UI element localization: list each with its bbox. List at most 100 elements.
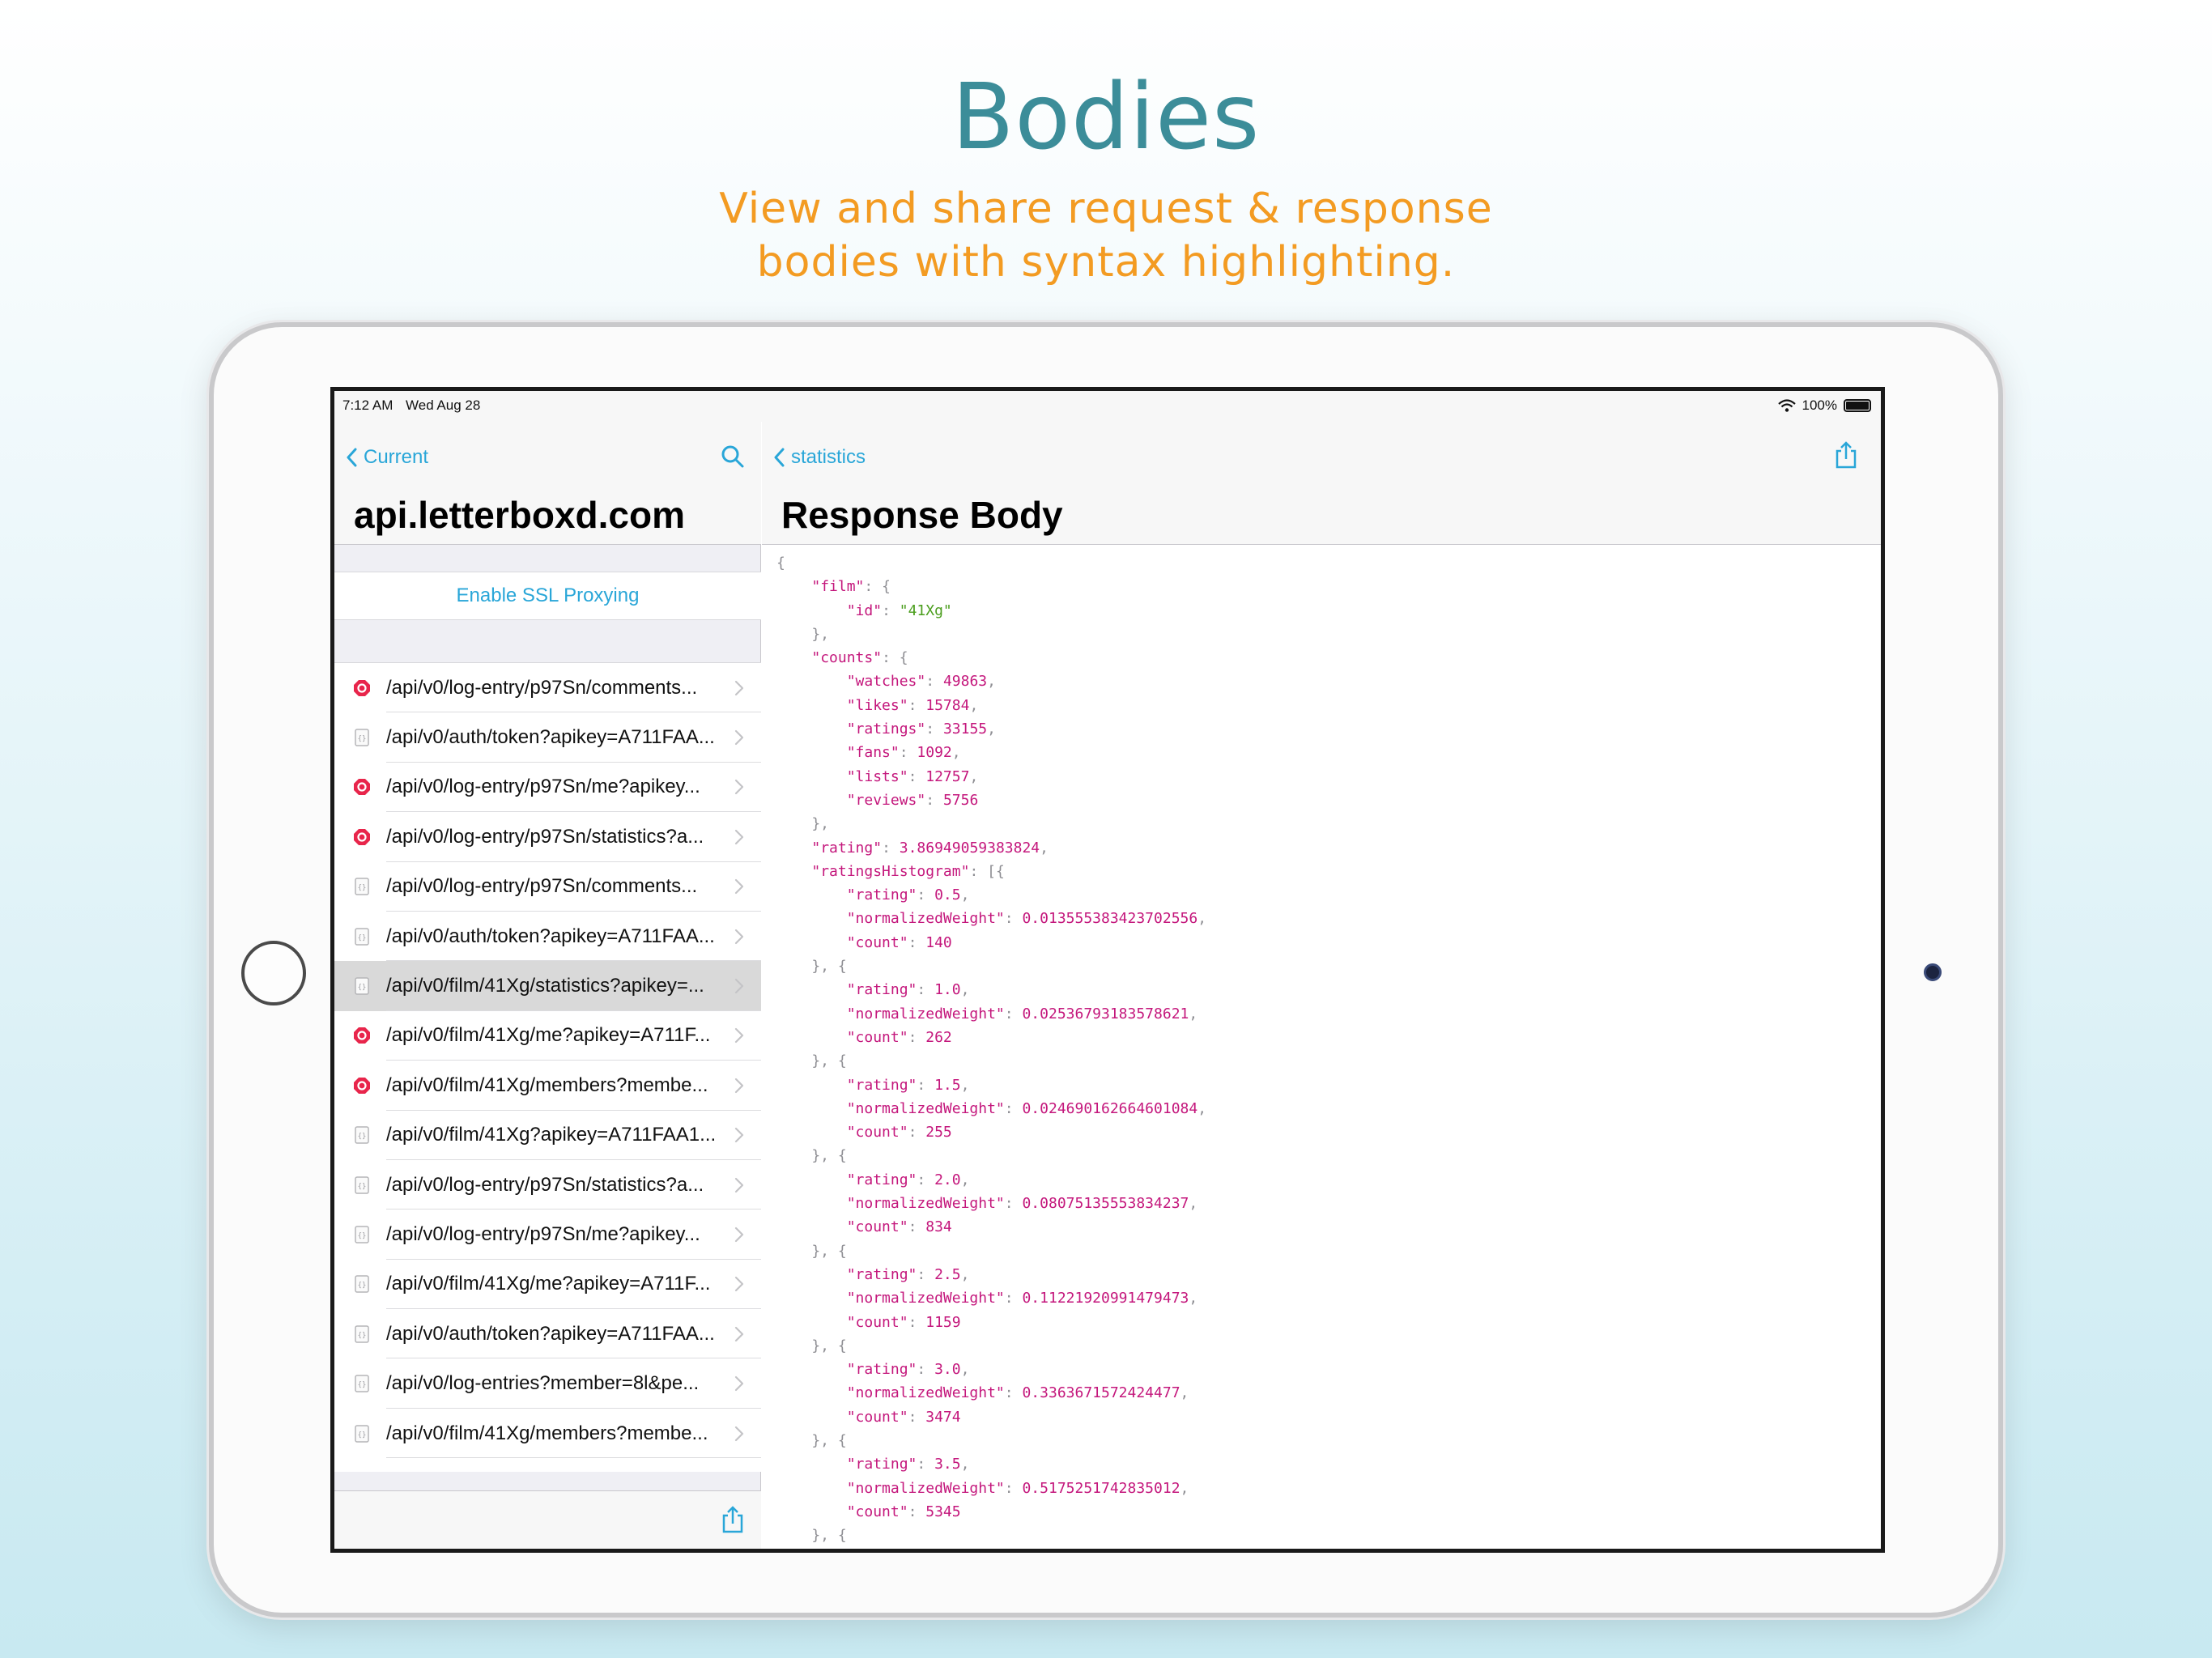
- request-row[interactable]: {} /api/v0/auth/token?apikey=A711FAA...: [334, 911, 761, 962]
- request-row[interactable]: {} /api/v0/log-entry/p97Sn/me?apikey...: [334, 1209, 761, 1261]
- code-line: "count": 255: [776, 1120, 1870, 1144]
- request-row[interactable]: {} /api/v0/log-entry/p97Sn/comments...: [334, 861, 761, 912]
- code-token: ,: [1197, 910, 1207, 928]
- error-octagon-icon: [352, 678, 372, 698]
- code-token: 140: [925, 933, 952, 951]
- battery-icon: [1844, 399, 1871, 412]
- code-line: {: [776, 551, 1870, 575]
- error-octagon-icon: [352, 1076, 372, 1095]
- response-detail-pane: statistics Response Body { "film": { "id…: [762, 391, 1881, 1549]
- code-token: 0.5: [934, 886, 961, 904]
- code-token: ,: [951, 744, 961, 762]
- chevron-right-icon: [734, 978, 744, 994]
- request-path: /api/v0/log-entry/p97Sn/statistics?a...: [386, 825, 704, 848]
- error-octagon-icon: [352, 1026, 372, 1045]
- request-row[interactable]: {}/api/v0/film/8MHs/statistics?apikey...: [334, 1458, 761, 1472]
- json-document-icon: {}: [352, 1274, 372, 1294]
- code-token: :: [882, 602, 900, 619]
- back-button-current[interactable]: Current: [346, 446, 428, 469]
- share-icon[interactable]: [721, 1506, 745, 1533]
- code-token: "normalizedWeight": [846, 1195, 1005, 1213]
- code-token: 0.02536793183578621: [1022, 1005, 1189, 1022]
- code-line: "rating": 1.0,: [776, 978, 1870, 1001]
- code-line: "normalizedWeight": 0.024690162664601084…: [776, 1097, 1870, 1120]
- code-token: 2.0: [934, 1171, 961, 1188]
- code-token: "count": [846, 933, 908, 951]
- svg-text:{}: {}: [358, 1282, 367, 1290]
- request-row[interactable]: {} /api/v0/auth/token?apikey=A711FAA...: [334, 712, 761, 763]
- code-line: "normalizedWeight": 0.5175251742835012,: [776, 1477, 1870, 1500]
- subhead-line-1: View and share request & response: [719, 185, 1493, 233]
- code-token: 262: [925, 1028, 952, 1046]
- code-token: :: [917, 1456, 935, 1473]
- request-row[interactable]: {} /api/v0/log-entry/p97Sn/statistics?a..…: [334, 1159, 761, 1210]
- request-path: /api/v0/log-entry/p97Sn/comments...: [386, 676, 698, 699]
- code-token: 1159: [925, 1313, 961, 1331]
- request-path: /api/v0/film/41Xg?apikey=A711FAA1...: [386, 1124, 717, 1146]
- code-token: 0.08075135553834237: [1022, 1195, 1189, 1213]
- wifi-icon: [1777, 399, 1796, 412]
- code-line: }, {: [776, 1334, 1870, 1358]
- code-token: 0.013555383423702556: [1022, 910, 1198, 928]
- request-row[interactable]: /api/v0/film/41Xg/members?membe...: [334, 1061, 761, 1111]
- battery-percent: 100%: [1802, 397, 1837, 413]
- code-token: "normalizedWeight": [846, 1479, 1005, 1497]
- code-token: :: [1004, 1195, 1023, 1213]
- code-token: }, {: [776, 1527, 847, 1545]
- code-token: "normalizedWeight": [846, 910, 1005, 928]
- request-row[interactable]: /api/v0/film/41Xg/me?apikey=A711F...: [334, 1010, 761, 1061]
- code-token: :: [917, 1076, 935, 1094]
- back-label: statistics: [791, 446, 866, 468]
- code-token: ,: [1197, 1099, 1207, 1117]
- front-camera: [1924, 963, 1942, 981]
- code-token: "film": [811, 578, 865, 596]
- code-token: 3.5: [934, 1456, 961, 1473]
- search-icon[interactable]: [721, 444, 745, 469]
- code-line: "rating": 0.5,: [776, 883, 1870, 907]
- request-row[interactable]: {} /api/v0/auth/token?apikey=A711FAA...: [334, 1309, 761, 1359]
- code-token: "41Xg": [899, 602, 952, 619]
- home-button[interactable]: [241, 941, 306, 1005]
- request-row[interactable]: {} /api/v0/film/41Xg/me?apikey=A711F...: [334, 1259, 761, 1310]
- back-button-statistics[interactable]: statistics: [773, 446, 866, 469]
- code-token: :: [882, 839, 900, 857]
- code-token: "rating": [846, 886, 917, 904]
- code-line: "likes": 15784,: [776, 694, 1870, 717]
- code-token: }, {: [776, 1147, 847, 1165]
- request-row[interactable]: /api/v0/log-entry/p97Sn/me?apikey...: [334, 762, 761, 813]
- request-row[interactable]: {} /api/v0/film/41Xg/members?membe...: [334, 1408, 761, 1459]
- request-path: /api/v0/log-entry/p97Sn/me?apikey...: [386, 776, 700, 798]
- request-row[interactable]: /api/v0/log-entry/p97Sn/comments...: [334, 663, 761, 713]
- chevron-right-icon: [734, 780, 744, 795]
- code-line: "count": 1159: [776, 1311, 1870, 1334]
- code-token: 49863: [942, 673, 988, 691]
- request-row[interactable]: {} /api/v0/log-entries?member=8l&pe...: [334, 1358, 761, 1409]
- request-row[interactable]: {} /api/v0/film/41Xg/statistics?apikey=..…: [334, 961, 761, 1012]
- json-document-icon: {}: [352, 728, 372, 747]
- code-token: ,: [1189, 1195, 1198, 1213]
- share-icon[interactable]: [1834, 441, 1858, 469]
- chevron-right-icon: [734, 1226, 744, 1243]
- request-row[interactable]: {} /api/v0/film/41Xg?apikey=A711FAA1...: [334, 1110, 761, 1161]
- json-document-icon: {}: [352, 877, 372, 896]
- code-token: :: [917, 886, 935, 904]
- code-token: :: [1004, 1479, 1023, 1497]
- request-path: /api/v0/film/41Xg/statistics?apikey=...: [386, 975, 704, 997]
- request-row[interactable]: /api/v0/log-entry/p97Sn/statistics?a...: [334, 812, 761, 862]
- enable-ssl-proxying-button[interactable]: Enable SSL Proxying: [334, 572, 761, 619]
- code-token: ,: [1180, 1384, 1189, 1402]
- code-token: ,: [960, 981, 970, 999]
- svg-text:{}: {}: [358, 984, 367, 992]
- code-token: ,: [960, 886, 970, 904]
- code-token: "count": [846, 1028, 908, 1046]
- json-document-icon: {}: [352, 1225, 372, 1244]
